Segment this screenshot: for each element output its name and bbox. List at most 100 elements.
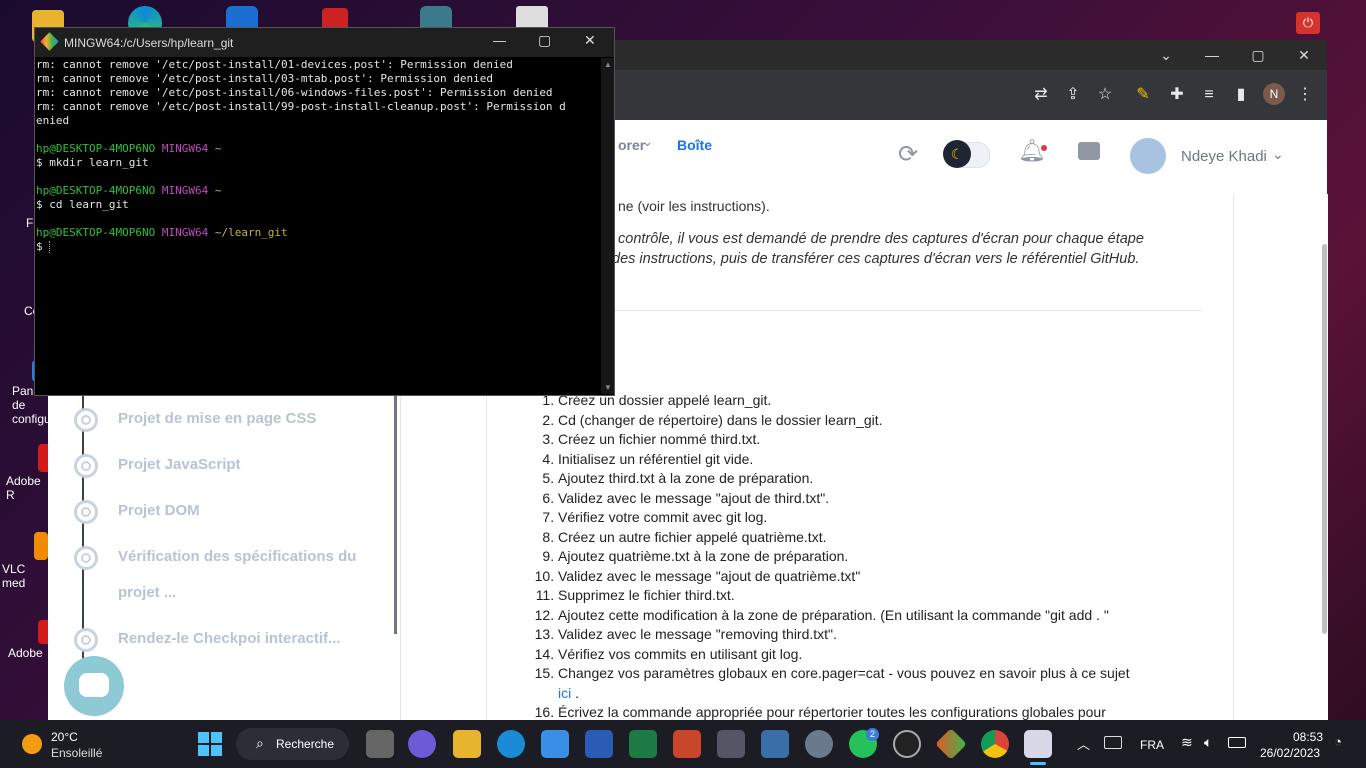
store-icon[interactable] xyxy=(541,730,569,758)
sidebar-item-javascript[interactable]: Projet JavaScript xyxy=(118,456,241,473)
start-windows-icon[interactable] xyxy=(198,732,222,756)
terminal-output[interactable]: rm: cannot remove '/etc/post-install/01-… xyxy=(36,58,600,394)
sidebar-item-dom[interactable]: Projet DOM xyxy=(118,502,200,519)
terminal-prompt: hp@DESKTOP-4MOP6NO MINGW64 ~ xyxy=(36,184,222,197)
list-item: Validez avec le message "ajout de quatri… xyxy=(558,567,1208,587)
list-item: Vérifiez vos commits en utilisant git lo… xyxy=(558,645,1208,665)
chat-widget-button[interactable] xyxy=(64,656,124,716)
language-indicator[interactable]: FRA xyxy=(1140,738,1164,752)
whatsapp-badge: 2 xyxy=(866,728,879,741)
terminal-line: $ cd learn_git xyxy=(36,198,129,211)
content-left-border xyxy=(486,394,487,720)
battery-icon[interactable] xyxy=(1228,737,1246,748)
terminal-line: $ mkdir learn_git xyxy=(36,156,149,169)
git-icon[interactable] xyxy=(935,728,967,760)
terminal-minimize-button[interactable]: — xyxy=(493,33,506,48)
clock-time[interactable]: 08:53 xyxy=(1293,730,1323,744)
dark-mode-toggle[interactable]: ☾ xyxy=(943,140,990,168)
sidebar-item-spec-check-cont[interactable]: projet ... xyxy=(118,584,176,601)
maximize-button[interactable]: ▢ xyxy=(1238,44,1278,66)
snipping-tool-icon[interactable] xyxy=(1024,730,1052,758)
search-icon: ⌕ xyxy=(256,735,264,751)
user-menu-chevron-icon[interactable]: ⌄ xyxy=(1272,146,1284,163)
shutdown-shortcut-icon[interactable]: ⏻ xyxy=(1296,12,1320,34)
intro-text: ne (voir les instructions). xyxy=(618,198,770,214)
word-icon[interactable] xyxy=(585,730,613,758)
file-explorer-icon[interactable] xyxy=(453,730,481,758)
notification-bell-icon[interactable]: 🔔︎ xyxy=(1018,138,1046,164)
list-item: Créez un dossier appelé learn_git. xyxy=(558,391,1208,411)
minimize-button[interactable]: — xyxy=(1192,44,1232,66)
terminal-close-button[interactable]: ✕ xyxy=(584,32,596,49)
page-scrollbar-thumb[interactable] xyxy=(1322,244,1327,634)
sidebar-item-css-layout[interactable]: Projet de mise en page CSS xyxy=(118,410,316,427)
clock-date[interactable]: 26/02/2023 xyxy=(1260,746,1320,760)
remote-desktop-icon[interactable] xyxy=(761,730,789,758)
powerpoint-icon[interactable] xyxy=(673,730,701,758)
terminal-maximize-button[interactable]: ▢ xyxy=(538,32,551,49)
settings-gear-icon[interactable] xyxy=(805,730,833,758)
scroll-down-arrow-icon[interactable]: ▼ xyxy=(604,383,612,392)
camera-icon[interactable] xyxy=(717,730,745,758)
excel-icon[interactable] xyxy=(629,730,657,758)
meet-camera-icon[interactable] xyxy=(408,730,436,758)
list-item: Initialisez un référentiel git vide. xyxy=(558,450,1208,470)
terminal-title: MINGW64:/c/Users/hp/learn_git xyxy=(64,36,234,50)
terminal-line: enied xyxy=(36,114,70,127)
desktop-icon-adobe[interactable]: Adobe xyxy=(4,620,52,660)
taskbar-search-box[interactable]: ⌕ Recherche xyxy=(236,728,349,760)
user-avatar[interactable] xyxy=(1130,138,1166,174)
user-name[interactable]: Ndeye Khadi xyxy=(1181,148,1267,165)
reading-list-icon[interactable]: ≡ xyxy=(1198,84,1220,106)
obs-icon[interactable] xyxy=(893,730,921,758)
terminal-scrollbar[interactable]: ▲ ▼ xyxy=(601,58,614,394)
extensions-puzzle-icon[interactable]: ✚ xyxy=(1166,84,1188,106)
step-link-ici[interactable]: ici xyxy=(558,685,571,701)
sidebar-item-spec-check[interactable]: Vérification des spécifications du xyxy=(118,548,356,565)
volume-icon[interactable]: 🔈︎ xyxy=(1204,734,1212,751)
list-item: Vérifiez votre commit avec git log. xyxy=(558,508,1208,528)
terminal-input-line[interactable]: $ xyxy=(36,240,600,254)
git-bash-icon xyxy=(40,32,59,51)
messages-icon[interactable] xyxy=(1078,142,1100,160)
list-item: Changez vos paramètres globaux en core.p… xyxy=(558,664,1208,703)
refresh-icon[interactable]: ⟳ xyxy=(898,140,918,169)
content-divider xyxy=(608,310,1202,311)
weather-temperature[interactable]: 20°C xyxy=(51,730,78,744)
share-icon[interactable]: ⇪ xyxy=(1062,84,1084,106)
close-button[interactable]: ✕ xyxy=(1284,44,1324,66)
desktop-app-label: F xyxy=(26,216,34,230)
step-status-icon xyxy=(74,454,98,478)
bookmark-star-icon[interactable]: ☆ xyxy=(1094,84,1116,106)
step-link-suffix: . xyxy=(571,684,580,701)
desktop-icon-vlc[interactable]: VLC med xyxy=(0,532,48,590)
weather-description[interactable]: Ensoleillé xyxy=(51,746,102,760)
desktop-icon-adobe-reader[interactable]: Adobe R xyxy=(4,444,52,502)
tab-search-button[interactable]: ⌄ xyxy=(1146,44,1186,66)
menu-kebab-icon[interactable]: ⋮ xyxy=(1294,84,1316,106)
list-item: Cd (changer de répertoire) dans le dossi… xyxy=(558,411,1208,431)
scroll-up-arrow-icon[interactable]: ▲ xyxy=(604,60,612,69)
keyboard-icon[interactable] xyxy=(1104,736,1122,749)
sidebar-item-interactive[interactable]: Rendez-le Checkpoi interactif... xyxy=(118,630,341,647)
profile-avatar[interactable]: N xyxy=(1263,83,1285,105)
list-item: Créez un fichier nommé third.txt. xyxy=(558,430,1208,450)
list-item: Validez avec le message "ajout de third.… xyxy=(558,489,1208,509)
side-panel-icon[interactable]: ▮ xyxy=(1230,84,1252,106)
nav-item-boite[interactable]: Boîte xyxy=(677,137,712,153)
sidebar-scrollbar[interactable] xyxy=(394,394,397,634)
edge-taskbar-icon[interactable] xyxy=(497,730,525,758)
task-view-icon[interactable] xyxy=(366,730,394,758)
instructions-note-line1: contrôle, il vous est demandé de prendre… xyxy=(618,231,1144,247)
notification-center-icon[interactable]: ◔ xyxy=(1334,734,1342,749)
instructions-note-line2: des instructions, puis de transférer ces… xyxy=(612,251,1140,267)
terminal-titlebar: MINGW64:/c/Users/hp/learn_git — ▢ ✕ xyxy=(35,28,614,57)
extension-pen-icon[interactable]: ✎ xyxy=(1132,84,1154,106)
chrome-icon[interactable] xyxy=(981,730,1009,758)
moon-icon: ☾ xyxy=(943,140,971,168)
tray-chevron-up-icon[interactable]: ︿ xyxy=(1077,734,1090,753)
step-status-icon xyxy=(74,500,98,524)
wifi-icon[interactable]: ≋ xyxy=(1181,734,1193,751)
weather-sun-icon[interactable] xyxy=(22,734,42,754)
translate-icon[interactable]: ⇄ xyxy=(1030,84,1052,106)
